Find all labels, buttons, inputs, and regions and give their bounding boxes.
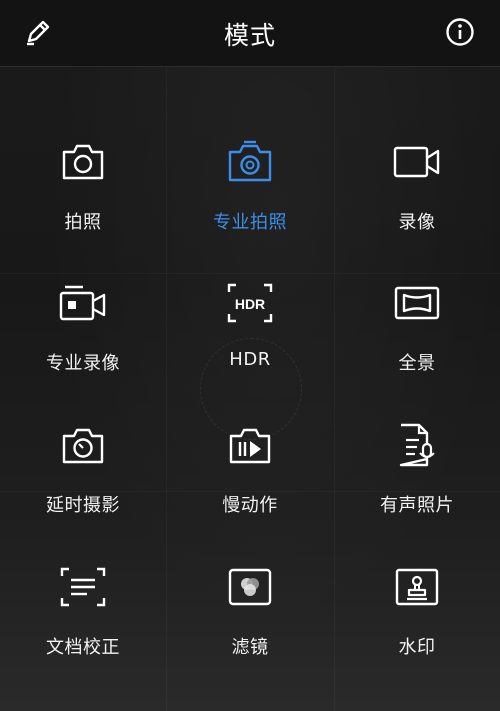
info-icon [445, 17, 475, 51]
mode-grid: 拍照 专业拍照 录像 专业录像 HDR HDR 全景 延时摄影 慢动作 有声照片… [0, 66, 500, 711]
mode-filter[interactable]: 滤镜 [166, 491, 334, 658]
header-bar: 模式 [0, 0, 500, 67]
mode-document-scan[interactable]: 文档校正 [0, 491, 166, 658]
mode-panorama[interactable]: 全景 [334, 207, 500, 374]
video-camera-icon [391, 140, 443, 184]
page-title: 模式 [223, 21, 276, 50]
filter-icon [224, 565, 276, 609]
mode-screen: 模式 拍照 专业拍照 录像 专业录像 HDR HDR 全景 延时摄影 慢动作 有… [0, 0, 500, 711]
mode-hdr[interactable]: HDR HDR [166, 207, 334, 370]
info-button[interactable] [440, 14, 480, 54]
mode-pro-video[interactable]: 专业录像 [0, 207, 166, 374]
hdr-icon: HDR [224, 281, 276, 325]
mode-slow-motion[interactable]: 慢动作 [166, 349, 334, 516]
mode-timelapse[interactable]: 延时摄影 [0, 349, 166, 516]
pro-camera-icon [224, 140, 276, 184]
mode-label: 水印 [398, 637, 436, 658]
mode-pro-photo[interactable]: 专业拍照 [166, 66, 334, 233]
panorama-icon [391, 281, 443, 325]
svg-text:HDR: HDR [235, 296, 265, 312]
mode-video[interactable]: 录像 [334, 66, 500, 233]
audio-photo-icon [391, 423, 443, 467]
slow-motion-icon [224, 423, 276, 467]
timelapse-icon [57, 423, 109, 467]
mode-label: 文档校正 [46, 637, 120, 658]
mode-label: 滤镜 [231, 637, 269, 658]
mode-audio-photo[interactable]: 有声照片 [334, 349, 500, 516]
document-scan-icon [57, 565, 109, 609]
mode-photo[interactable]: 拍照 [0, 66, 166, 233]
watermark-icon [391, 565, 443, 609]
pro-video-icon [57, 281, 109, 325]
camera-icon [57, 140, 109, 184]
mode-watermark[interactable]: 水印 [334, 491, 500, 658]
